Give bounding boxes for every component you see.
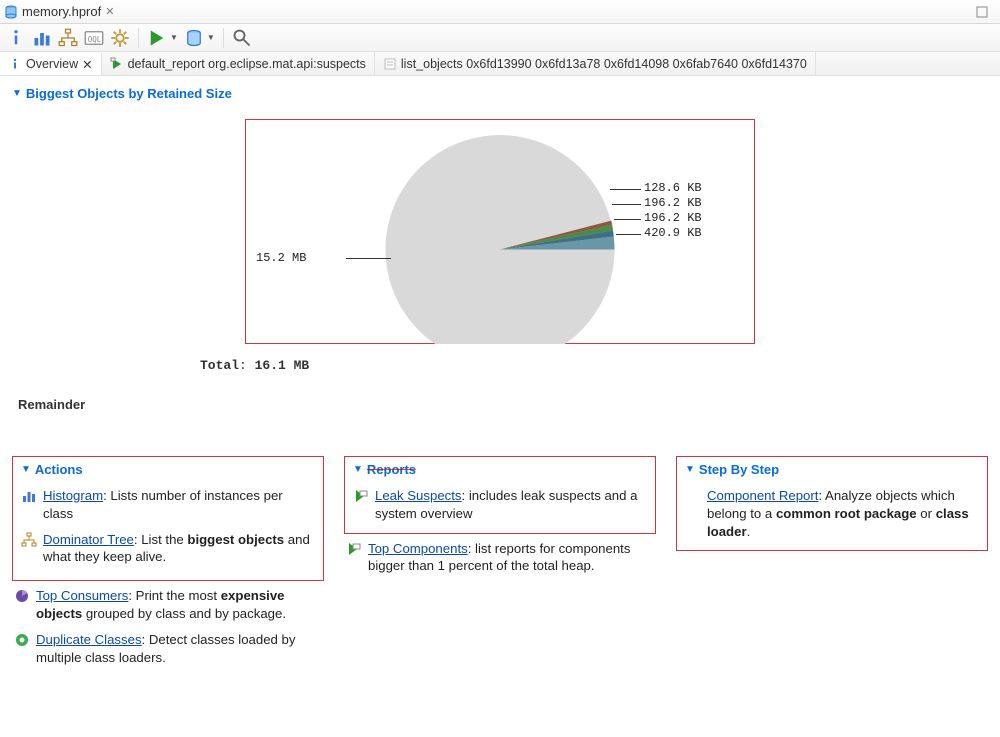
- chart-leader-line: [610, 189, 641, 190]
- action-dominator-tree: Dominator Tree: List the biggest objects…: [19, 525, 317, 569]
- search-icon[interactable]: [232, 28, 252, 48]
- dominator-tree-toolbar-icon[interactable]: [58, 28, 78, 48]
- section-header-reports[interactable]: ▼ Reports: [351, 460, 649, 481]
- collapse-arrow-icon: ▼: [685, 464, 695, 475]
- component-report-link[interactable]: Component Report: [707, 488, 818, 503]
- toolbar-separator: [138, 28, 139, 48]
- action-duplicate-classes: Duplicate Classes: Detect classes loaded…: [12, 625, 324, 669]
- blank-icon: [685, 488, 701, 504]
- report-top-components: Top Components: list reports for compone…: [344, 534, 656, 578]
- dropdown-arrow-icon[interactable]: ▼: [207, 33, 215, 42]
- section-header-biggest-objects[interactable]: ▼ Biggest Objects by Retained Size: [10, 84, 990, 105]
- overview-content: ▼ Biggest Objects by Retained Size 15.2 …: [0, 76, 1000, 679]
- action-top-consumers: Top Consumers: Print the most expensive …: [12, 581, 324, 625]
- gear-icon[interactable]: [110, 28, 130, 48]
- list-icon: [383, 57, 397, 71]
- top-consumers-link[interactable]: Top Consumers: [36, 588, 128, 603]
- duplicate-icon: [14, 632, 30, 648]
- section-title: Actions: [35, 462, 83, 477]
- tab-default-report[interactable]: default_report org.eclipse.mat.api:suspe…: [102, 52, 375, 75]
- pie-slice-label: 196.2 KB: [644, 211, 702, 225]
- histogram-icon[interactable]: [32, 28, 52, 48]
- chart-leader-line: [614, 219, 641, 220]
- histogram-link[interactable]: Histogram: [43, 488, 103, 503]
- toolbar-separator: [223, 28, 224, 48]
- database-icon: [4, 5, 18, 19]
- editor-title-bar: memory.hprof ✕: [0, 0, 1000, 24]
- section-header-step-by-step[interactable]: ▼ Step By Step: [683, 460, 981, 481]
- tab-label: list_objects 0x6fd13990 0x6fd13a78 0x6fd…: [401, 57, 807, 71]
- close-tab-icon[interactable]: ✕: [82, 57, 92, 72]
- tab-label: default_report org.eclipse.mat.api:suspe…: [128, 57, 366, 71]
- tab-overview[interactable]: Overview ✕: [0, 53, 102, 76]
- section-title: Biggest Objects by Retained Size: [26, 86, 232, 101]
- editor-title: memory.hprof: [22, 4, 101, 19]
- collapse-arrow-icon: ▼: [353, 464, 363, 475]
- actions-column: ▼ Actions Histogram: Lists number of ins…: [12, 456, 324, 669]
- info-icon: [8, 57, 22, 71]
- minimize-editor-button[interactable]: [968, 3, 996, 21]
- pie-slice-label: 128.6 KB: [644, 181, 702, 195]
- chart-total: Total: 16.1 MB: [200, 358, 990, 373]
- pie-slice-label: 15.2 MB: [256, 251, 306, 265]
- step-by-step-column: ▼ Step By Step Component Report: Analyze…: [676, 456, 988, 551]
- overview-columns: ▼ Actions Histogram: Lists number of ins…: [10, 456, 990, 669]
- tree-icon: [21, 532, 37, 548]
- consumers-icon: [14, 588, 30, 604]
- step-component-report: Component Report: Analyze objects which …: [683, 481, 981, 542]
- pie-slice-label: 420.9 KB: [644, 226, 702, 240]
- run-query-icon[interactable]: [147, 28, 167, 48]
- top-components-link[interactable]: Top Components: [368, 541, 468, 556]
- pie-slice-label: 196.2 KB: [644, 196, 702, 210]
- histogram-icon: [21, 488, 37, 504]
- section-header-actions[interactable]: ▼ Actions: [19, 460, 317, 481]
- duplicate-classes-link[interactable]: Duplicate Classes: [36, 632, 142, 647]
- total-label: Total: [200, 358, 239, 373]
- chart-leader-line: [616, 234, 641, 235]
- dominator-tree-link[interactable]: Dominator Tree: [43, 532, 134, 547]
- section-title: Reports: [367, 462, 416, 477]
- database-query-icon[interactable]: [184, 28, 204, 48]
- total-value: 16.1 MB: [255, 358, 310, 373]
- toolbar: OQL ▼ ▼: [0, 24, 1000, 52]
- report-tree-icon: [353, 488, 369, 504]
- close-editor-icon[interactable]: ✕: [105, 5, 114, 18]
- oql-icon[interactable]: OQL: [84, 28, 104, 48]
- chart-leader-line: [612, 204, 641, 205]
- action-histogram: Histogram: Lists number of instances per…: [19, 481, 317, 525]
- dropdown-arrow-icon[interactable]: ▼: [170, 33, 178, 42]
- report-leak-suspects: Leak Suspects: includes leak suspects an…: [351, 481, 649, 525]
- reports-column: ▼ Reports Leak Suspects: includes leak s…: [344, 456, 656, 577]
- report-tree-icon: [110, 57, 124, 71]
- tab-list-objects[interactable]: list_objects 0x6fd13990 0x6fd13a78 0x6fd…: [375, 52, 816, 75]
- collapse-arrow-icon: ▼: [21, 464, 31, 475]
- report-tree-icon: [346, 541, 362, 557]
- leak-suspects-link[interactable]: Leak Suspects: [375, 488, 462, 503]
- tab-bar: Overview ✕ default_report org.eclipse.ma…: [0, 52, 1000, 76]
- remainder-label: Remainder: [18, 397, 990, 412]
- svg-text:OQL: OQL: [88, 34, 102, 43]
- tab-label: Overview: [26, 57, 78, 71]
- section-title: Step By Step: [699, 462, 779, 477]
- chart-leader-line: [346, 258, 391, 259]
- collapse-arrow-icon: ▼: [12, 88, 22, 99]
- pie-chart-box: 15.2 MB 420.9 KB 196.2 KB 196.2 KB 128.6…: [245, 119, 755, 344]
- info-icon[interactable]: [6, 28, 26, 48]
